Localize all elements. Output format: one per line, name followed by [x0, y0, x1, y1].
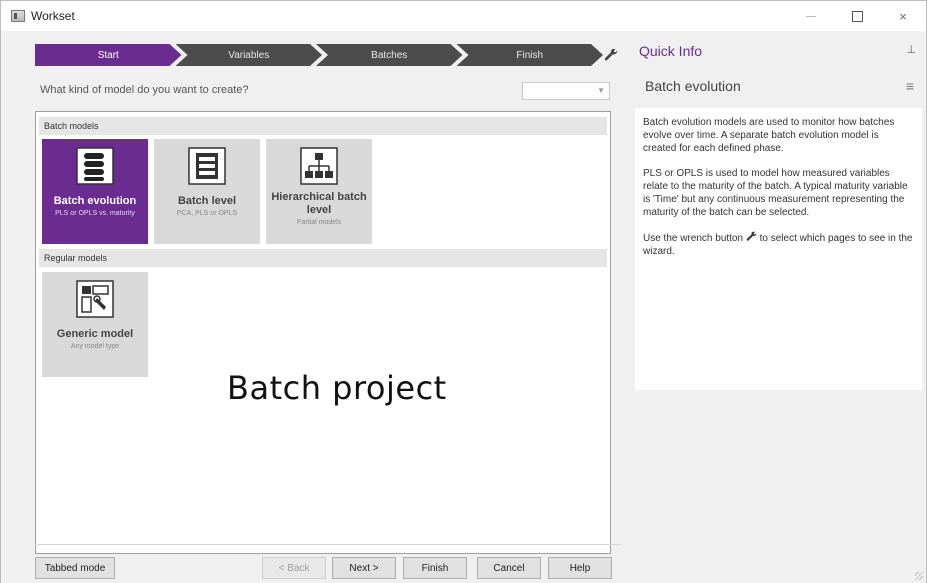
tile-batch-evolution[interactable]: Batch evolution PLS or OPLS vs. maturity — [42, 139, 148, 244]
quick-info-paragraph: PLS or OPLS is used to model how measure… — [643, 168, 908, 218]
maximize-button[interactable] — [834, 1, 880, 31]
quick-info-title: Quick Info — [639, 43, 703, 59]
next-button[interactable]: Next > — [332, 557, 396, 579]
quick-info-paragraph: Use the wrench button to select which pa… — [643, 231, 914, 258]
quick-info-text: Batch evolution models are used to monit… — [635, 108, 922, 390]
batch-level-icon — [188, 147, 226, 185]
batch-evolution-icon — [76, 147, 114, 185]
generic-model-icon — [76, 280, 114, 318]
app-icon — [11, 10, 25, 22]
tile-batch-level[interactable]: Batch level PCA, PLS or OPLS — [154, 139, 260, 244]
tile-hierarchical-batch-level[interactable]: Hierarchical batch level Partial models — [266, 139, 372, 244]
step-start[interactable]: Start — [35, 44, 182, 66]
wrench-text-before: Use the wrench button — [643, 233, 744, 244]
step-finish[interactable]: Finish — [457, 44, 604, 66]
quick-info-pane: Quick Info ⊥ Batch evolution ≡ Batch evo… — [629, 31, 926, 583]
close-button[interactable]: × — [880, 1, 926, 31]
tile-subtitle: PLS or OPLS vs. maturity — [55, 210, 135, 217]
pin-icon[interactable]: ⊥ — [906, 43, 916, 56]
resize-grip[interactable] — [915, 572, 923, 580]
quick-info-paragraph: Batch evolution models are used to monit… — [643, 117, 895, 154]
model-type-select[interactable]: ▼ — [522, 82, 610, 100]
step-batches[interactable]: Batches — [316, 44, 463, 66]
quick-info-subtitle: Batch evolution — [645, 78, 741, 94]
group-header-regular-models: Regular models — [39, 249, 607, 267]
tile-title: Hierarchical batch level — [271, 191, 367, 216]
tile-generic-model[interactable]: Generic model Any model type — [42, 272, 148, 377]
tile-title: Batch level — [177, 195, 237, 207]
tabbed-mode-button[interactable]: Tabbed mode — [35, 557, 115, 579]
wizard-steps: Start Variables Batches Finish — [35, 44, 597, 66]
finish-button[interactable]: Finish — [403, 557, 467, 579]
wrench-button[interactable] — [602, 45, 620, 65]
help-button[interactable]: Help — [548, 557, 612, 579]
group-header-batch-models: Batch models — [39, 117, 607, 135]
workset-window: Workset × Start Variables Batches Finish… — [0, 0, 927, 583]
tile-subtitle: PCA, PLS or OPLS — [176, 210, 238, 217]
hierarchy-icon — [300, 147, 338, 185]
window-title: Workset — [31, 9, 75, 23]
menu-icon[interactable]: ≡ — [906, 78, 914, 94]
overlay-caption: Batch project — [227, 369, 447, 407]
minimize-button[interactable] — [788, 1, 834, 31]
tile-subtitle: Partial models — [296, 219, 342, 226]
title-bar: Workset × — [1, 1, 926, 31]
model-question: What kind of model do you want to create… — [40, 84, 249, 96]
wrench-icon — [604, 48, 618, 61]
tile-subtitle: Any model type — [70, 343, 120, 350]
bottom-divider — [35, 544, 621, 545]
step-variables[interactable]: Variables — [176, 44, 323, 66]
tile-title: Batch evolution — [53, 195, 137, 207]
window-controls: × — [788, 1, 926, 31]
model-gallery: Batch models Batch evolution PLS or OPLS… — [35, 111, 611, 554]
back-button[interactable]: < Back — [262, 557, 326, 579]
tile-title: Generic model — [56, 328, 134, 340]
cancel-button[interactable]: Cancel — [477, 557, 541, 579]
wrench-icon — [746, 231, 757, 241]
wizard-pane: Start Variables Batches Finish What kind… — [1, 31, 629, 583]
chevron-down-icon: ▼ — [597, 86, 605, 95]
